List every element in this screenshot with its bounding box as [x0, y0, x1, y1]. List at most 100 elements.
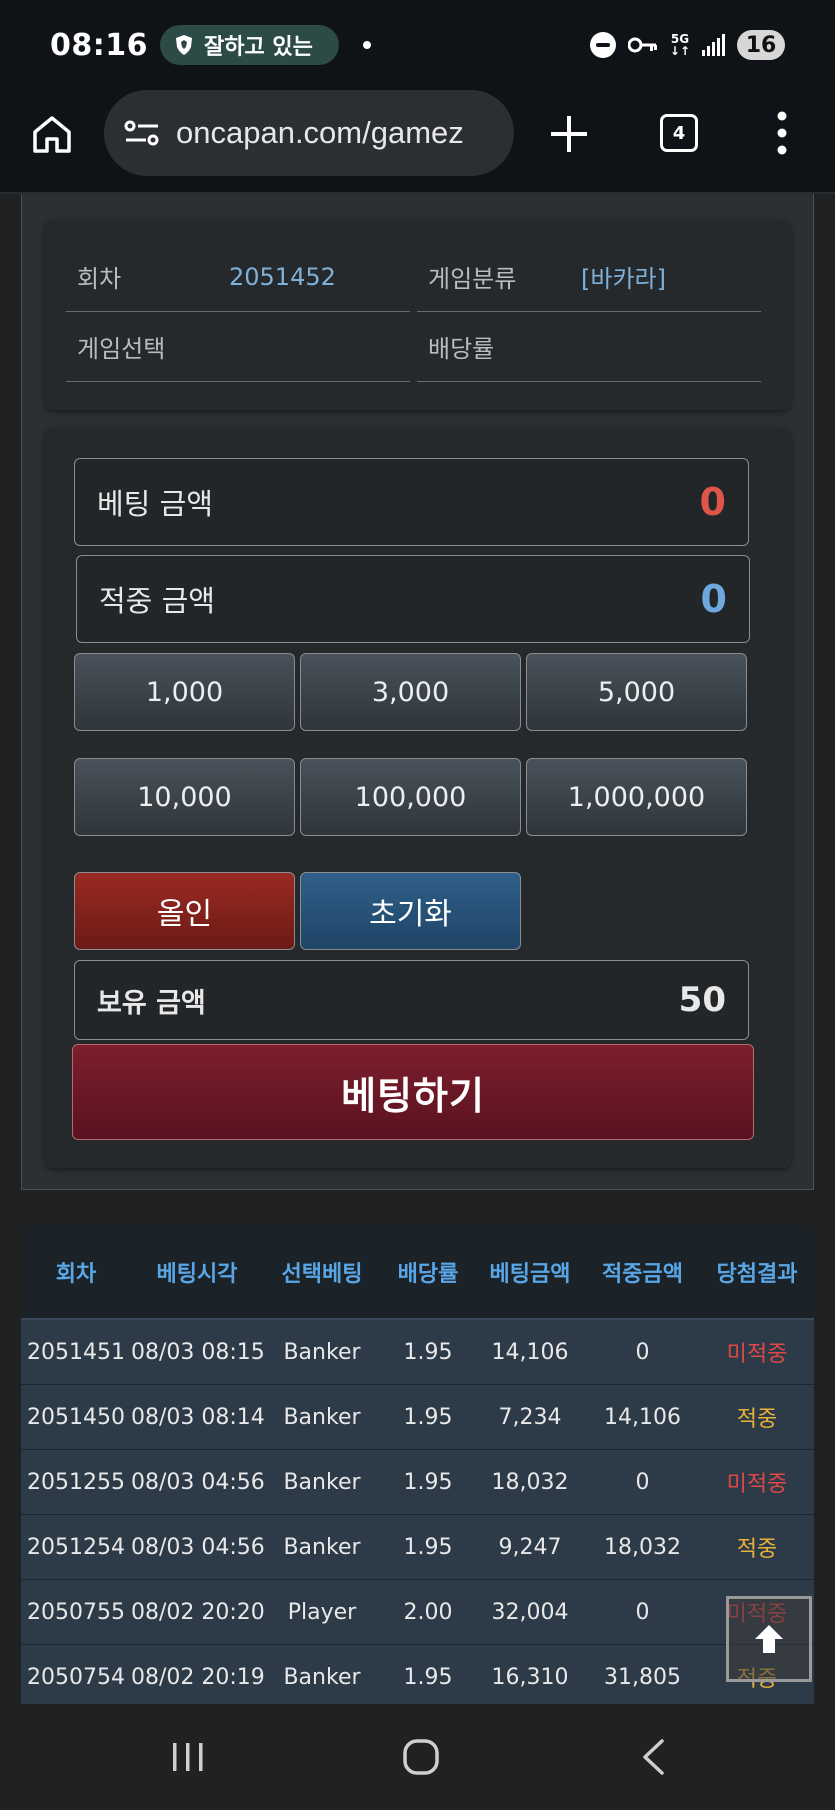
table-row: 2051255 08/03 04:56 Banker 1.95 18,032 0… [21, 1450, 814, 1515]
new-tab-icon[interactable] [547, 112, 591, 156]
cell-selection: Banker [283, 1534, 361, 1560]
key-icon [627, 37, 657, 53]
win-amount-value: 0 [700, 577, 727, 621]
home-icon[interactable] [30, 112, 74, 156]
home-nav-icon[interactable] [402, 1738, 440, 1776]
cell-selection: Banker [283, 1664, 361, 1690]
notification-pill[interactable]: 잘하고 있는 [160, 25, 339, 65]
selection-cell: 게임선택 [66, 312, 410, 382]
cell-bet-amount: 16,310 [491, 1664, 569, 1690]
chip-3000-button[interactable]: 3,000 [300, 653, 521, 731]
table-row: 2051451 08/03 08:15 Banker 1.95 14,106 0… [21, 1320, 814, 1385]
cell-round: 2050755 [27, 1599, 125, 1625]
do-not-disturb-icon [589, 32, 616, 58]
status-bar: 08:16 잘하고 있는 5G ↓↑ 16 [0, 0, 835, 90]
cell-odds: 1.95 [403, 1534, 453, 1560]
chip-100000-button[interactable]: 100,000 [300, 758, 521, 836]
round-cell: 회차 2051452 [66, 242, 410, 312]
all-in-button[interactable]: 올인 [74, 872, 295, 950]
category-value: [바카라] [581, 265, 666, 293]
cell-bet-time: 08/03 08:15 [131, 1339, 265, 1365]
cell-odds: 1.95 [403, 1339, 453, 1365]
more-notifications-dot [362, 41, 371, 49]
odds-label: 배당률 [428, 335, 495, 363]
cell-selection: Banker [283, 1339, 361, 1365]
cell-bet-time: 08/03 04:56 [131, 1469, 265, 1495]
cell-win-amount: 0 [635, 1339, 650, 1365]
balance-label: 보유 금액 [97, 987, 206, 1019]
chip-1000000-button[interactable]: 1,000,000 [526, 758, 747, 836]
site-settings-icon[interactable] [124, 119, 160, 147]
cell-selection: Player [287, 1599, 357, 1625]
battery-indicator: 16 [737, 30, 785, 60]
signal-strength-icon [702, 34, 725, 56]
cell-odds: 1.95 [403, 1404, 453, 1430]
reset-button[interactable]: 초기화 [300, 872, 521, 950]
cell-selection: Banker [283, 1469, 361, 1495]
col-result: 당첨결과 [716, 1262, 798, 1287]
browser-toolbar: oncapan.com/gamez 4 [0, 90, 835, 194]
col-selection: 선택베팅 [281, 1262, 363, 1287]
bet-amount-value: 0 [699, 480, 726, 524]
cell-win-amount: 31,805 [604, 1664, 681, 1690]
tab-switcher-button[interactable]: 4 [660, 114, 698, 152]
col-win-amount: 적중금액 [602, 1262, 683, 1287]
cell-odds: 1.95 [403, 1469, 453, 1495]
address-bar[interactable]: oncapan.com/gamez [104, 90, 514, 176]
cell-bet-amount: 7,234 [498, 1404, 562, 1430]
chip-1000-button[interactable]: 1,000 [74, 653, 295, 731]
cell-bet-time: 08/03 04:56 [131, 1534, 265, 1560]
cell-bet-time: 08/02 20:19 [131, 1664, 265, 1690]
more-options-icon[interactable] [772, 110, 792, 156]
cell-bet-amount: 14,106 [491, 1339, 569, 1365]
col-odds: 배당률 [397, 1262, 459, 1287]
cell-bet-amount: 9,247 [498, 1534, 562, 1560]
cell-round: 2051255 [27, 1469, 125, 1495]
game-frame: 회차 2051452 게임분류 [바카라] 게임선택 배당률 베팅 금액 0 적… [21, 194, 814, 1190]
balance-value: 50 [678, 980, 726, 1020]
chip-10000-button[interactable]: 10,000 [74, 758, 295, 836]
category-cell: 게임분류 [바카라] [417, 242, 761, 312]
cell-result: 적중 [736, 1407, 778, 1432]
col-round: 회차 [55, 1262, 97, 1287]
selection-label: 게임선택 [77, 335, 166, 363]
cell-bet-amount: 18,032 [491, 1469, 569, 1495]
bet-history-table: 회차 베팅시각 선택베팅 배당률 베팅금액 적중금액 당첨결과 2051451 … [21, 1226, 814, 1704]
table-row: 2050754 08/02 20:19 Banker 1.95 16,310 3… [21, 1645, 814, 1704]
place-bet-button[interactable]: 베팅하기 [72, 1044, 754, 1140]
bet-panel: 베팅 금액 0 적중 금액 0 1,000 3,000 5,000 10,000… [45, 428, 791, 1168]
cell-odds: 1.95 [403, 1664, 453, 1690]
back-icon[interactable] [640, 1738, 666, 1776]
win-amount-label: 적중 금액 [99, 584, 215, 618]
round-label: 회차 [77, 265, 122, 293]
col-bet-amount: 베팅금액 [489, 1262, 571, 1287]
shield-icon [176, 35, 192, 55]
cell-round: 2051451 [27, 1339, 125, 1365]
cell-selection: Banker [283, 1404, 361, 1430]
cell-bet-time: 08/02 20:20 [131, 1599, 265, 1625]
cell-result: 미적중 [726, 1342, 788, 1367]
cell-win-amount: 18,032 [604, 1534, 681, 1560]
chip-5000-button[interactable]: 5,000 [526, 653, 747, 731]
tab-count: 4 [672, 122, 686, 144]
cell-bet-time: 08/03 08:14 [131, 1404, 265, 1430]
page-content: 회차 2051452 게임분류 [바카라] 게임선택 배당률 베팅 금액 0 적… [0, 194, 835, 1704]
game-info-card: 회차 2051452 게임분류 [바카라] 게임선택 배당률 [45, 220, 791, 410]
bet-amount-label: 베팅 금액 [97, 487, 213, 521]
table-row: 2050755 08/02 20:20 Player 2.00 32,004 0… [21, 1580, 814, 1645]
round-value: 2051452 [229, 262, 336, 291]
odds-cell: 배당률 [417, 312, 761, 382]
clock: 08:16 [50, 27, 148, 63]
scroll-to-top-button[interactable] [726, 1596, 812, 1682]
table-row: 2051254 08/03 04:56 Banker 1.95 9,247 18… [21, 1515, 814, 1580]
balance-box: 보유 금액 50 [74, 960, 749, 1040]
cell-round: 2051254 [27, 1534, 125, 1560]
cell-win-amount: 0 [635, 1599, 650, 1625]
cell-result: 적중 [736, 1537, 778, 1562]
recent-apps-icon[interactable] [170, 1742, 206, 1772]
cell-win-amount: 14,106 [604, 1404, 681, 1430]
col-bet-time: 베팅시각 [156, 1262, 238, 1287]
cell-odds: 2.00 [403, 1599, 453, 1625]
arrow-up-icon [755, 1625, 783, 1653]
win-amount-box: 적중 금액 0 [76, 555, 750, 643]
